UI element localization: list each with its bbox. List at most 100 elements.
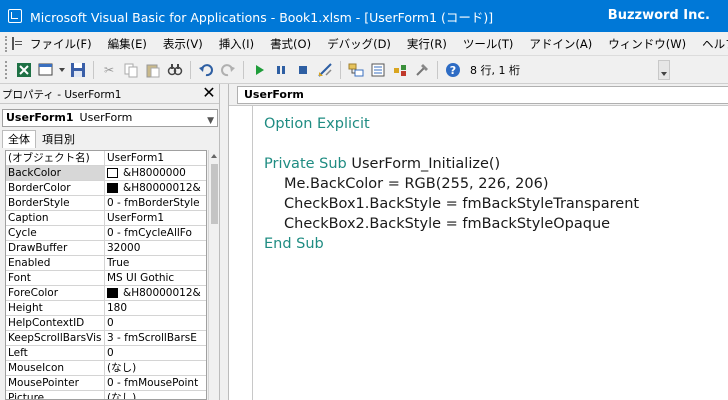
break-icon[interactable] — [271, 60, 291, 80]
paste-icon[interactable] — [143, 60, 163, 80]
properties-tabs: 全体 項目別 — [2, 130, 81, 148]
chevron-down-icon[interactable]: ▼ — [207, 113, 214, 129]
code-margin-indicator-bar[interactable] — [229, 106, 253, 400]
property-row[interactable]: BorderStyle 0 - fmBorderStyle — [6, 196, 206, 211]
cut-icon[interactable]: ✂ — [99, 60, 119, 80]
insert-userform-icon[interactable] — [36, 60, 56, 80]
document-icon[interactable] — [12, 37, 22, 50]
code-line[interactable]: Private Sub UserForm_Initialize() — [264, 154, 728, 174]
code-line[interactable]: Me.BackColor = RGB(255, 226, 206) — [264, 174, 728, 194]
project-explorer-icon[interactable] — [346, 60, 366, 80]
menubar-grip[interactable] — [5, 35, 7, 52]
properties-scrollbar[interactable] — [208, 150, 219, 400]
close-icon[interactable]: ✕ — [200, 84, 218, 102]
reset-icon[interactable] — [293, 60, 313, 80]
menu-insert[interactable]: 挿入(I) — [211, 36, 262, 52]
property-row[interactable]: MouseIcon (なし) — [6, 361, 206, 376]
menu-file[interactable]: ファイル(F) — [22, 36, 100, 52]
object-selector[interactable]: UserForm1 UserForm ▼ — [2, 109, 218, 127]
find-icon[interactable] — [165, 60, 185, 80]
color-swatch — [107, 288, 118, 298]
menu-help[interactable]: ヘルプ(H) — [694, 36, 728, 52]
property-value[interactable]: &H80000012& — [105, 286, 206, 300]
excel-view-icon[interactable] — [14, 60, 34, 80]
design-mode-icon[interactable] — [315, 60, 335, 80]
menu-view[interactable]: 表示(V) — [155, 36, 211, 52]
redo-icon[interactable] — [218, 60, 238, 80]
object-browser-icon[interactable] — [390, 60, 410, 80]
property-value[interactable]: 32000 — [105, 241, 206, 255]
property-value[interactable]: UserForm1 — [105, 151, 206, 165]
property-value[interactable]: 180 — [105, 301, 206, 315]
property-value[interactable]: 0 - fmMousePoint — [105, 376, 206, 390]
property-row[interactable]: Cycle 0 - fmCycleAllFo — [6, 226, 206, 241]
toolbox-icon[interactable] — [412, 60, 432, 80]
property-value[interactable]: &H80000012& — [105, 181, 206, 195]
property-value[interactable]: 0 — [105, 346, 206, 360]
scroll-thumb[interactable] — [211, 164, 218, 224]
property-row[interactable]: Picture (なし) — [6, 391, 206, 399]
code-line[interactable]: CheckBox1.BackStyle = fmBackStyleTranspa… — [264, 194, 728, 214]
property-row[interactable]: Left 0 — [6, 346, 206, 361]
object-dropdown[interactable]: UserForm — [237, 86, 728, 104]
property-row[interactable]: Caption UserForm1 — [6, 211, 206, 226]
property-row[interactable]: Enabled True — [6, 256, 206, 271]
property-row[interactable]: KeepScrollBarsVis 3 - fmScrollBarsE — [6, 331, 206, 346]
property-row[interactable]: BackColor &H8000000 — [6, 166, 206, 181]
property-row[interactable]: Font MS UI Gothic — [6, 271, 206, 286]
dropdown-arrow-icon[interactable] — [58, 60, 66, 80]
menu-tools[interactable]: ツール(T) — [455, 36, 522, 52]
property-value[interactable]: &H8000000 — [105, 166, 206, 180]
property-value[interactable]: 0 - fmCycleAllFo — [105, 226, 206, 240]
code-keyword: Option Explicit — [264, 116, 370, 132]
property-value[interactable]: (なし) — [105, 361, 206, 375]
copy-icon[interactable] — [121, 60, 141, 80]
tab-categorized[interactable]: 項目別 — [36, 130, 81, 148]
code-line[interactable]: Option Explicit — [264, 114, 728, 134]
code-line[interactable]: End Sub — [264, 234, 728, 254]
tab-alphabetic[interactable]: 全体 — [2, 130, 36, 148]
properties-window-icon[interactable] — [368, 60, 388, 80]
standard-toolbar: ✂ ? 8 行, 1 桁 — [0, 56, 728, 84]
property-value[interactable]: (なし) — [105, 391, 206, 399]
undo-icon[interactable] — [196, 60, 216, 80]
property-row[interactable]: BorderColor &H80000012& — [6, 181, 206, 196]
code-keyword: End Sub — [264, 236, 324, 252]
code-text: CheckBox2.BackStyle = fmBackStyleOpaque — [284, 216, 611, 232]
property-value[interactable]: True — [105, 256, 206, 270]
property-row[interactable]: ForeColor &H80000012& — [6, 286, 206, 301]
menu-addins[interactable]: アドイン(A) — [521, 36, 600, 52]
code-editor[interactable]: Option Explicit Private Sub UserForm_Init… — [264, 114, 728, 254]
properties-header: プロパティ - UserForm1 ✕ — [0, 84, 219, 104]
property-value[interactable]: 0 - fmBorderStyle — [105, 196, 206, 210]
property-value[interactable]: MS UI Gothic — [105, 271, 206, 285]
property-name: HelpContextID — [6, 316, 105, 330]
property-value[interactable]: 3 - fmScrollBarsE — [105, 331, 206, 345]
menu-window[interactable]: ウィンドウ(W) — [600, 36, 694, 52]
toolbar-grip[interactable] — [5, 60, 9, 79]
run-icon[interactable] — [249, 60, 269, 80]
property-value[interactable]: 0 — [105, 316, 206, 330]
property-row[interactable]: (オブジェクト名) UserForm1 — [6, 151, 206, 166]
help-icon[interactable]: ? — [443, 60, 463, 80]
object-class: UserForm — [79, 111, 133, 124]
menu-format[interactable]: 書式(O) — [262, 36, 319, 52]
menu-debug[interactable]: デバッグ(D) — [319, 36, 399, 52]
properties-title: プロパティ - UserForm1 — [2, 89, 122, 101]
toolbar-options-button[interactable] — [658, 60, 670, 80]
save-icon[interactable] — [68, 60, 88, 80]
code-line[interactable] — [264, 134, 728, 154]
property-row[interactable]: HelpContextID 0 — [6, 316, 206, 331]
property-row[interactable]: Height 180 — [6, 301, 206, 316]
menu-edit[interactable]: 編集(E) — [100, 36, 155, 52]
scroll-up-icon[interactable] — [211, 154, 217, 158]
property-row[interactable]: DrawBuffer 32000 — [6, 241, 206, 256]
menu-run[interactable]: 実行(R) — [399, 36, 455, 52]
property-row[interactable]: MousePointer 0 - fmMousePoint — [6, 376, 206, 391]
property-name: BorderColor — [6, 181, 105, 195]
property-value[interactable]: UserForm1 — [105, 211, 206, 225]
property-name: MousePointer — [6, 376, 105, 390]
property-name: BackColor — [6, 166, 105, 180]
code-line[interactable]: CheckBox2.BackStyle = fmBackStyleOpaque — [264, 214, 728, 234]
property-name: DrawBuffer — [6, 241, 105, 255]
